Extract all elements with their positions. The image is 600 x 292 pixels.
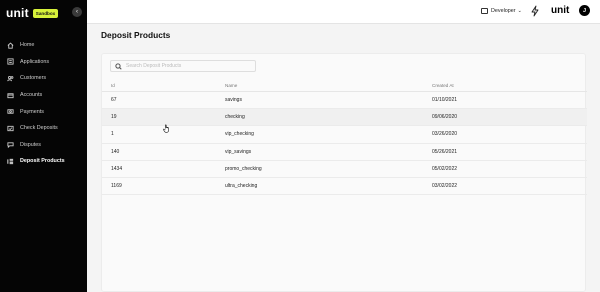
table-row[interactable]: 140 vip_savings 05/26/2021 [102,144,587,161]
accounts-icon [7,92,14,99]
cell-id: 1434 [111,165,123,172]
avatar[interactable]: J [579,5,590,16]
unit-logo[interactable]: unit [6,6,29,20]
check-deposits-icon [7,125,14,132]
sidebar-item-label: Payments [20,108,44,115]
sidebar-item-deposit-products[interactable]: Deposit Products [0,153,87,170]
cell-name: ultra_checking [225,183,258,190]
cell-name: promo_checking [225,165,262,172]
cell-id: 1169 [111,183,122,190]
home-icon [7,42,14,49]
payments-icon [7,108,14,115]
table-row[interactable]: 1434 promo_checking 05/02/2022 [102,161,587,178]
table-row[interactable]: 1 vip_checking 03/26/2020 [102,126,587,144]
sidebar-item-home[interactable]: Home [0,37,87,54]
deposit-products-icon [7,158,14,165]
cell-created-at: 03/26/2020 [432,131,458,138]
top-bar: Developer ⌄ unit J [87,0,600,23]
sandbox-badge: Sandbox [32,8,59,18]
sidebar-item-label: Applications [20,58,50,65]
sidebar-item-label: Home [20,42,35,49]
chevron-down-icon: ⌄ [517,8,522,14]
table-header: Id Name Created At [102,80,587,92]
cell-created-at: 03/02/2022 [432,183,458,190]
disputes-icon [7,141,14,149]
sidebar-item-disputes[interactable]: Disputes [0,137,87,154]
sidebar-item-label: Check Deposits [20,125,58,132]
cell-name: checking [225,114,245,121]
applications-icon [7,58,14,65]
unit-logo[interactable]: unit [551,5,569,16]
brand: unit Sandbox [6,6,59,20]
sidebar-nav: Home Applications Customers Accounts Pay… [0,37,87,170]
cell-name: vip_checking [225,131,254,138]
cell-created-at: 09/06/2020 [432,114,458,121]
cell-created-at: 05/02/2022 [432,165,458,172]
cell-name: savings [225,97,242,104]
deposit-products-card: Id Name Created At 67 savings 01/10/2021… [101,53,587,292]
customers-icon [7,75,14,82]
table-row[interactable]: 67 savings 01/10/2021 [102,92,587,110]
column-header-created-at[interactable]: Created At [423,83,573,88]
sidebar-item-label: Disputes [20,141,41,148]
terminal-icon [481,8,488,14]
sidebar-item-customers[interactable]: Customers [0,70,87,87]
sidebar-item-label: Customers [20,75,47,82]
cell-created-at: 05/26/2021 [432,148,458,155]
table-body: 67 savings 01/10/2021 19 checking 09/06/… [102,92,587,196]
search-icon [115,62,122,70]
search-box[interactable] [110,60,256,72]
bolt-icon[interactable] [530,5,540,17]
cell-name: vip_savings [225,148,252,155]
search-input[interactable] [126,63,246,69]
sidebar-item-label: Accounts [20,92,43,99]
collapse-sidebar-button[interactable]: ‹ [72,7,82,17]
hand-cursor-icon [163,124,169,133]
sidebar: unit Sandbox ‹ Home Applications Custome… [0,0,87,292]
cell-id: 140 [111,148,120,155]
page-title: Deposit Products [101,30,171,40]
cell-id: 19 [111,114,117,121]
cell-id: 1 [111,131,114,138]
environment-dropdown[interactable]: Developer ⌄ [481,6,522,16]
chevron-left-icon: ‹ [76,9,78,15]
environment-label: Developer [491,8,516,14]
sidebar-item-payments[interactable]: Payments [0,103,87,120]
sidebar-item-label: Deposit Products [20,158,65,165]
table-row[interactable]: 19 checking 09/06/2020 [102,109,587,127]
sidebar-item-applications[interactable]: Applications [0,54,87,71]
sidebar-item-check-deposits[interactable]: Check Deposits [0,120,87,137]
cell-created-at: 01/10/2021 [432,97,458,104]
sidebar-item-accounts[interactable]: Accounts [0,87,87,104]
column-header-name[interactable]: Name [215,83,423,88]
column-header-id[interactable]: Id [102,83,215,88]
cell-id: 67 [111,97,117,104]
table-row[interactable]: 1169 ultra_checking 03/02/2022 [102,178,587,196]
page-header: Deposit Products [87,23,600,46]
